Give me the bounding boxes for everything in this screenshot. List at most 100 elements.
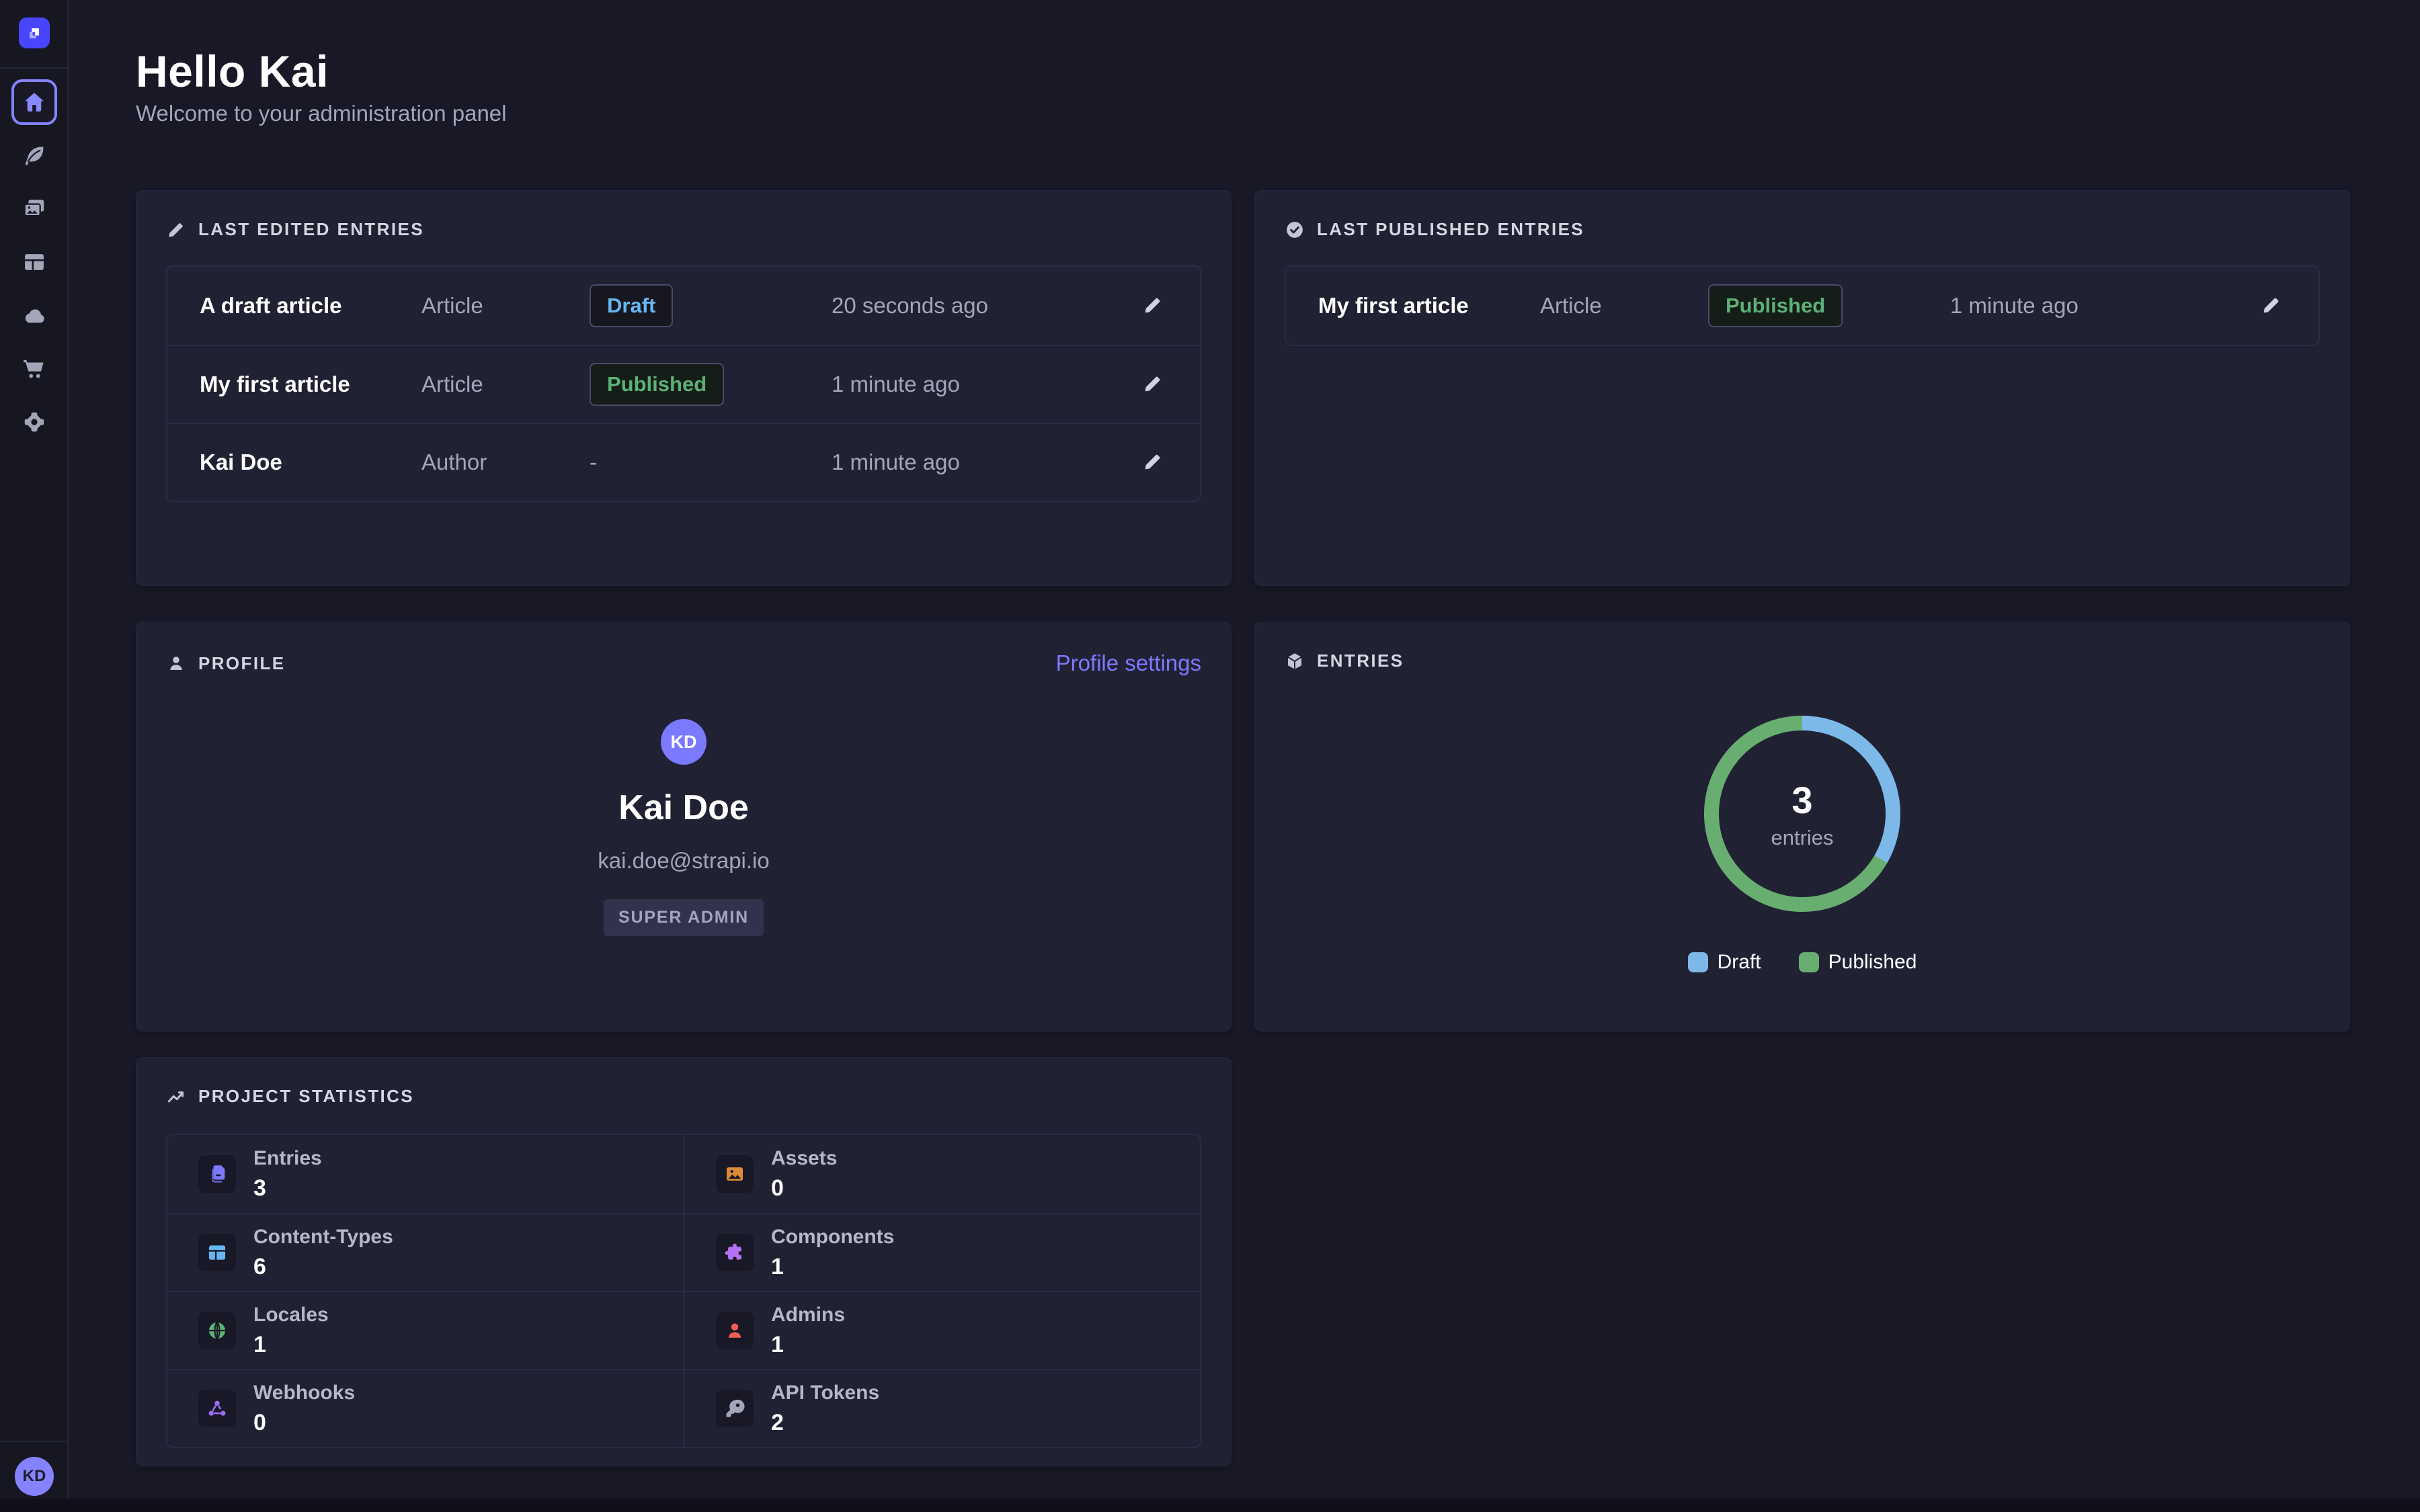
cube-icon (1285, 651, 1305, 671)
donut-total-label: entries (1771, 826, 1833, 850)
sidebar-item-media-library[interactable] (15, 190, 53, 227)
stat-label: Entries (253, 1147, 322, 1170)
pencil-icon (166, 220, 186, 240)
layout-icon (198, 1234, 236, 1271)
trend-up-icon (166, 1087, 186, 1107)
stat-value: 1 (771, 1332, 845, 1358)
stats-grid: Entries 3 Assets 0 Content-Types 6 (166, 1134, 1201, 1448)
stat-value: 3 (253, 1175, 322, 1202)
window-bottom-edge (0, 1499, 2420, 1512)
edit-entry-button[interactable] (1138, 369, 1168, 401)
stat-label: Content-Types (253, 1226, 393, 1249)
legend-label: Draft (1718, 951, 1761, 974)
panel-title: Last published entries (1317, 219, 1584, 240)
stat-assets: Assets 0 (684, 1135, 1200, 1213)
sidebar-divider (0, 67, 67, 69)
stat-label: API Tokens (771, 1382, 879, 1404)
check-circle-icon (1285, 220, 1305, 240)
entry-type: Article (1540, 293, 1708, 319)
status-empty: - (590, 450, 597, 474)
published-swatch (1799, 952, 1819, 972)
pencil-icon (1142, 373, 1164, 394)
documents-icon (198, 1155, 236, 1193)
stat-locales: Locales 1 (167, 1291, 684, 1369)
globe-icon (198, 1312, 236, 1349)
page-title: Hello Kai (136, 46, 329, 97)
stat-value: 6 (253, 1254, 393, 1280)
user-icon (716, 1312, 754, 1349)
media-library-icon (22, 196, 47, 221)
sidebar-item-settings[interactable] (15, 403, 53, 441)
chart-legend: Draft Published (1688, 951, 1917, 974)
legend-item-draft: Draft (1688, 951, 1761, 974)
entry-type: Article (421, 293, 590, 319)
strapi-logo[interactable] (19, 17, 50, 48)
sidebar-item-content-manager[interactable] (15, 137, 53, 175)
pencil-icon (1142, 451, 1164, 472)
profile-avatar: KD (661, 719, 707, 765)
sidebar: KD (0, 0, 69, 1512)
profile-settings-link[interactable]: Profile settings (1056, 650, 1201, 676)
entry-time: 1 minute ago (1950, 293, 2246, 319)
sidebar-item-home[interactable] (11, 79, 57, 125)
user-icon (166, 653, 186, 673)
feather-icon (22, 143, 47, 169)
entry-time: 1 minute ago (832, 372, 1127, 397)
sidebar-item-marketplace[interactable] (15, 350, 53, 388)
table-row: My first article Article Published 1 min… (167, 345, 1200, 423)
table-row: A draft article Article Draft 20 seconds… (167, 267, 1200, 345)
donut-total: 3 (1791, 778, 1812, 822)
panel-title: Project Statistics (198, 1086, 414, 1107)
status-badge: Draft (590, 284, 673, 327)
stat-value: 0 (253, 1410, 355, 1436)
sidebar-item-content-type-builder[interactable] (15, 243, 53, 281)
stat-value: 2 (771, 1410, 879, 1436)
last-edited-entries-panel: Last edited entries A draft article Arti… (136, 190, 1232, 586)
table-row: My first article Article Published 1 min… (1286, 267, 2318, 345)
strapi-logo-icon (24, 23, 44, 43)
status-badge: Published (590, 363, 724, 406)
profile-name: Kai Doe (618, 788, 749, 828)
puzzle-icon (716, 1234, 754, 1271)
stat-api-tokens: API Tokens 2 (684, 1369, 1200, 1447)
table-row: Kai Doe Author - 1 minute ago (167, 423, 1200, 501)
stat-webhooks: Webhooks 0 (167, 1369, 684, 1447)
edit-entry-button[interactable] (2257, 290, 2286, 322)
stat-components: Components 1 (684, 1213, 1200, 1291)
legend-item-published: Published (1799, 951, 1917, 974)
stat-value: 1 (253, 1332, 329, 1358)
entry-time: 20 seconds ago (832, 293, 1127, 319)
home-icon (22, 89, 47, 115)
entry-name: Kai Doe (200, 450, 421, 475)
profile-email: kai.doe@strapi.io (598, 848, 769, 874)
last-edited-table: A draft article Article Draft 20 seconds… (166, 265, 1201, 502)
stat-label: Components (771, 1226, 894, 1249)
panel-title: Entries (1317, 650, 1404, 671)
webhook-icon (198, 1390, 236, 1427)
stat-label: Locales (253, 1304, 329, 1327)
draft-swatch (1688, 952, 1708, 972)
gear-icon (22, 409, 47, 435)
entries-panel: Entries 3 entries Draft Published (1254, 622, 2350, 1032)
entry-name: My first article (200, 372, 421, 397)
edit-entry-button[interactable] (1138, 290, 1168, 322)
entry-type: Article (421, 372, 590, 397)
sidebar-divider (0, 1441, 67, 1442)
last-published-table: My first article Article Published 1 min… (1285, 265, 2320, 346)
stat-label: Webhooks (253, 1382, 355, 1404)
user-avatar[interactable]: KD (15, 1457, 54, 1496)
stat-value: 1 (771, 1254, 894, 1280)
entry-name: A draft article (200, 293, 421, 319)
edit-entry-button[interactable] (1138, 447, 1168, 478)
panel-title: Last edited entries (198, 219, 424, 240)
page-subtitle: Welcome to your administration panel (136, 101, 507, 126)
cart-icon (22, 356, 47, 382)
entry-time: 1 minute ago (832, 450, 1127, 475)
pencil-icon (1142, 294, 1164, 316)
panel-title: Profile (198, 653, 285, 674)
image-icon (716, 1155, 754, 1193)
role-badge: SUPER ADMIN (604, 899, 764, 936)
sidebar-item-cloud[interactable] (15, 297, 53, 335)
stat-value: 0 (771, 1175, 837, 1202)
layout-icon (22, 249, 47, 275)
